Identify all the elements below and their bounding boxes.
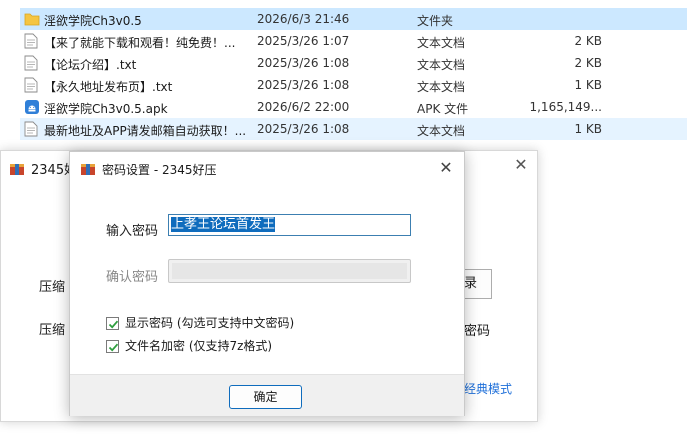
compress-window-title: 2345好	[9, 159, 77, 179]
compress-label-2: 压缩	[39, 323, 66, 338]
confirm-password-label: 确认密码	[106, 270, 159, 285]
password-input-value: 上孝王论坛首发王	[171, 217, 276, 232]
file-row-txt-2[interactable]: 【论坛介绍】.txt 2025/3/26 1:08 文本文档 2 KB	[20, 52, 687, 74]
file-name: 最新地址及APP请发邮箱自动获取！...	[44, 124, 247, 138]
dialog-titlebar: 密码设置 - 2345好压 ✕	[70, 152, 464, 186]
text-file-icon	[24, 33, 38, 49]
close-icon[interactable]: ✕	[438, 160, 454, 176]
file-size: 1 KB	[574, 122, 602, 136]
encrypt-filename-checkbox[interactable]	[106, 340, 119, 353]
dialog-title: 密码设置 - 2345好压	[80, 161, 217, 178]
browse-button[interactable]: 录	[464, 269, 492, 299]
password-label-fragment: 密码	[464, 324, 491, 339]
file-type: 文本文档	[417, 124, 466, 138]
file-name: 【论坛介绍】.txt	[44, 58, 137, 72]
checkmark-icon	[108, 343, 119, 352]
folder-icon	[24, 11, 40, 27]
file-type: 文本文档	[417, 58, 466, 72]
apk-file-icon	[24, 99, 39, 115]
password-dialog: 密码设置 - 2345好压 ✕ 输入密码 上孝王论坛首发王 确认密码 显示密码 …	[69, 151, 465, 416]
confirm-password-input[interactable]	[168, 259, 411, 283]
text-file-icon	[24, 77, 38, 93]
dialog-footer: 确定	[70, 374, 464, 416]
file-size: 1,165,149...	[529, 100, 602, 114]
text-file-icon	[24, 55, 38, 71]
file-name: 【永久地址发布页】.txt	[44, 80, 173, 94]
confirm-password-inner	[172, 263, 407, 279]
classic-mode-link[interactable]: 经典模式	[464, 380, 512, 397]
file-size: 1 KB	[574, 78, 602, 92]
haozip-app-icon	[9, 161, 25, 177]
haozip-app-icon	[80, 161, 96, 177]
encrypt-filename-label: 文件名加密 (仅支持7z格式)	[125, 339, 273, 353]
file-date: 2026/6/3 21:46	[257, 12, 350, 26]
password-input[interactable]: 上孝王论坛首发王	[168, 214, 411, 236]
file-row-txt-3[interactable]: 【永久地址发布页】.txt 2025/3/26 1:08 文本文档 1 KB	[20, 74, 687, 96]
file-name: 淫欲学院Ch3v0.5	[44, 14, 142, 28]
show-password-label: 显示密码 (勾选可支持中文密码)	[125, 316, 295, 330]
ok-button[interactable]: 确定	[229, 385, 302, 409]
file-date: 2025/3/26 1:08	[257, 122, 350, 136]
file-row-txt-4[interactable]: 最新地址及APP请发邮箱自动获取！... 2025/3/26 1:08 文本文档…	[20, 118, 687, 140]
file-date: 2025/3/26 1:08	[257, 78, 350, 92]
checkmark-icon	[108, 320, 119, 329]
file-date: 2025/3/26 1:08	[257, 56, 350, 70]
file-type: 文本文档	[417, 36, 466, 50]
show-password-checkbox[interactable]	[106, 317, 119, 330]
file-date: 2025/3/26 1:07	[257, 34, 350, 48]
text-file-icon	[24, 121, 38, 137]
file-type: APK 文件	[417, 102, 469, 116]
file-row-folder[interactable]: 淫欲学院Ch3v0.5 2026/6/3 21:46 文件夹	[20, 8, 687, 30]
file-row-apk[interactable]: 淫欲学院Ch3v0.5.apk 2026/6/2 22:00 APK 文件 1,…	[20, 96, 687, 118]
file-list: 淫欲学院Ch3v0.5 2026/6/3 21:46 文件夹 【来了就能下载和观…	[0, 0, 687, 145]
file-size: 2 KB	[574, 56, 602, 70]
file-size: 2 KB	[574, 34, 602, 48]
file-name: 淫欲学院Ch3v0.5.apk	[44, 102, 168, 116]
compress-window-close-icon[interactable]: ✕	[513, 157, 529, 173]
password-label: 输入密码	[106, 224, 159, 239]
file-type: 文本文档	[417, 80, 466, 94]
file-date: 2026/6/2 22:00	[257, 100, 350, 114]
file-type: 文件夹	[417, 14, 454, 28]
file-row-txt-1[interactable]: 【来了就能下载和观看！纯免费！... 2025/3/26 1:07 文本文档 2…	[20, 30, 687, 52]
file-name: 【来了就能下载和观看！纯免费！...	[44, 36, 236, 50]
encrypt-filename-option[interactable]: 文件名加密 (仅支持7z格式)	[106, 337, 272, 354]
compress-label: 压缩	[39, 280, 66, 295]
show-password-option[interactable]: 显示密码 (勾选可支持中文密码)	[106, 314, 294, 331]
